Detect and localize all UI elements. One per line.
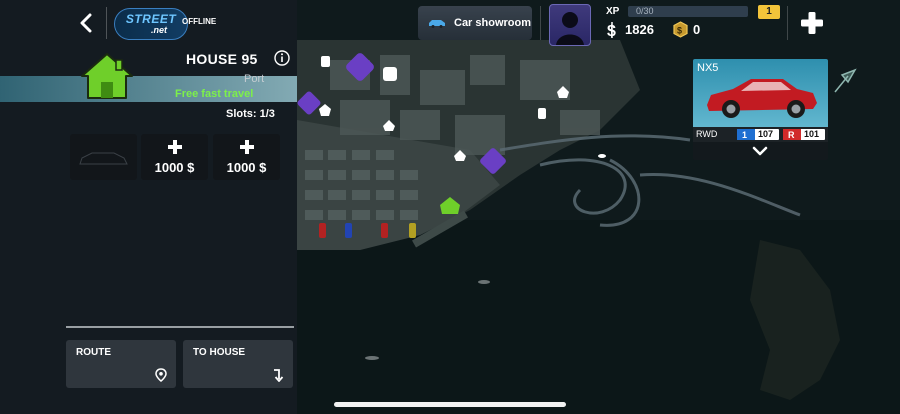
add-currency-button[interactable]: [800, 11, 824, 35]
divider: [540, 6, 541, 40]
house-icon: [81, 53, 133, 99]
cash-icon: $: [607, 22, 616, 38]
back-arrow-icon: [80, 13, 92, 33]
turn-arrow-icon: [274, 369, 284, 382]
stat-street: 1 107: [737, 129, 779, 140]
garage-slot-buy[interactable]: 1000 $: [141, 134, 208, 180]
drive-type: RWD: [696, 129, 718, 139]
slot-price: 1000 $: [141, 160, 208, 175]
chevron-down-icon[interactable]: [751, 145, 769, 157]
logo-text-bottom: .net: [150, 25, 167, 35]
panel-divider: [66, 326, 294, 328]
xp-label: XP: [606, 6, 620, 17]
location-pin-icon: [155, 368, 167, 382]
slots-count: Slots: 1/3: [226, 108, 275, 120]
car-stats: RWD 1 107 R 101: [693, 127, 828, 142]
car-showroom-label: Car showroom: [454, 17, 532, 29]
info-icon[interactable]: [274, 50, 290, 66]
svg-text:1: 1: [742, 130, 747, 140]
cash-icon: $: [259, 160, 267, 175]
to-house-label: TO HOUSE: [193, 347, 246, 358]
home-indicator[interactable]: [334, 402, 566, 407]
logo-text-top: STREET: [125, 12, 177, 26]
car-showroom-button[interactable]: Car showroom: [418, 6, 532, 40]
car-image: NX5: [693, 59, 828, 127]
divider: [106, 7, 107, 39]
race-class-icon: R: [783, 129, 801, 140]
status-label: OFFLINE: [182, 17, 217, 26]
gold-amount: 0: [693, 22, 701, 37]
plus-icon: [240, 140, 254, 154]
cash-icon: $: [187, 160, 195, 175]
house-location: Port: [244, 73, 265, 85]
gold-coin-icon: $: [673, 21, 688, 38]
avatar-silhouette-icon: [556, 12, 584, 45]
car-silhouette-icon: [79, 152, 128, 165]
garage-slot-buy[interactable]: 1000 $: [213, 134, 280, 180]
plus-icon: [168, 140, 182, 154]
xp-progress-text: 0/30: [636, 6, 654, 16]
car-icon: [429, 20, 445, 28]
fast-travel-label[interactable]: Free fast travel: [175, 88, 253, 100]
divider: [787, 6, 788, 40]
route-label: ROUTE: [76, 347, 111, 358]
slot-price-value: 1000: [226, 160, 256, 175]
svg-text:R: R: [788, 130, 795, 140]
garage-slot-occupied[interactable]: [70, 134, 137, 180]
car-name: NX5: [697, 62, 719, 74]
back-button[interactable]: [72, 9, 100, 37]
stat-race: R 101: [783, 129, 825, 140]
level-badge: 1: [758, 5, 780, 19]
slot-price-value: 1000: [154, 160, 184, 175]
stat-street-value: 107: [758, 129, 774, 139]
current-car-card[interactable]: NX5 RWD 1 107 R 101: [693, 59, 828, 160]
street-net-logo: STREET .net: [114, 8, 188, 40]
street-class-icon: 1: [737, 129, 755, 140]
house-title: HOUSE 95: [186, 51, 258, 67]
slot-price: 1000 $: [213, 160, 280, 175]
svg-text:$: $: [677, 26, 682, 36]
player-avatar[interactable]: [549, 4, 591, 46]
to-house-button[interactable]: TO HOUSE: [183, 340, 293, 388]
route-button[interactable]: ROUTE: [66, 340, 176, 388]
cash-amount: 1826: [625, 22, 654, 37]
stat-race-value: 101: [804, 129, 820, 139]
